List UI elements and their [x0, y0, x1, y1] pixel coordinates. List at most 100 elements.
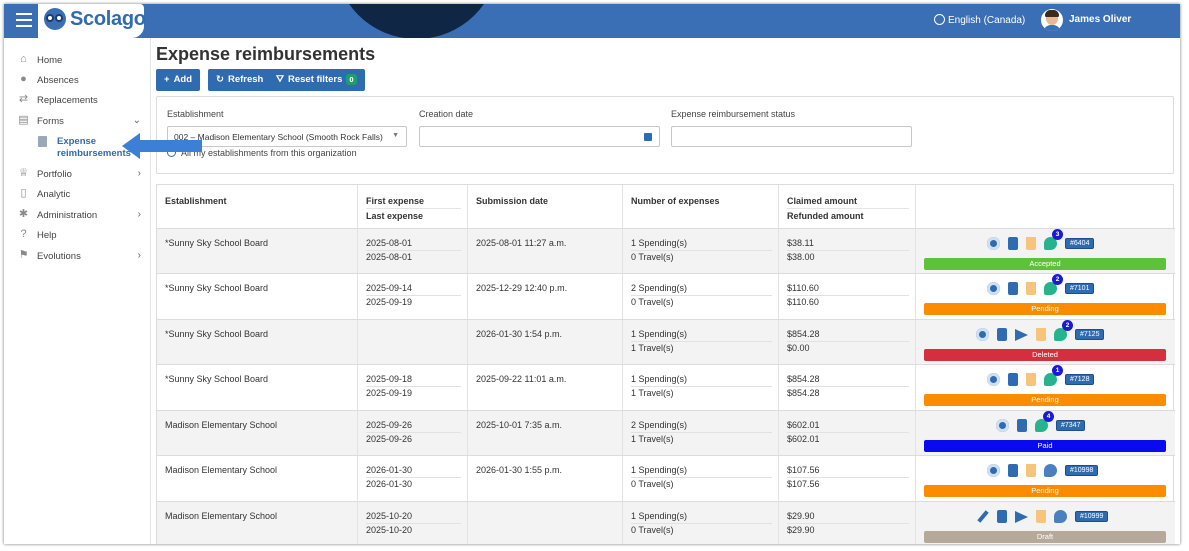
sidebar-item-forms[interactable]: ▤ Forms ⌄ [4, 113, 151, 131]
cell-establishment-line1: *Sunny Sky School Board [165, 374, 269, 384]
view-icon[interactable] [987, 464, 1000, 478]
copy-icon[interactable] [1008, 282, 1018, 296]
sidebar-item-analytic[interactable]: ▯ Analytic [4, 186, 151, 204]
view-icon[interactable] [976, 328, 989, 342]
header-label: First expense [366, 196, 425, 206]
filter-count-badge: 0 [346, 74, 357, 85]
sidebar-item-label: Home [37, 55, 63, 66]
status-field[interactable] [671, 126, 912, 147]
logo[interactable]: Scolago [38, 4, 146, 38]
delete-icon[interactable] [1026, 373, 1036, 387]
col-header-establishment[interactable]: Establishment [157, 185, 358, 228]
menu-icon[interactable] [16, 13, 32, 27]
cell-expense-dates-line1: 2025-10-20 [366, 511, 413, 521]
reference-badge[interactable]: #7128 [1065, 374, 1095, 386]
view-icon[interactable] [987, 373, 1000, 387]
comment-icon[interactable]: 3 [1044, 229, 1063, 251]
language-selector[interactable]: English (Canada) [934, 14, 1025, 26]
cell-amounts: $38.11 $38.00 [779, 229, 916, 274]
reset-filters-button[interactable]: ⛛ Reset filters 0 [268, 69, 365, 91]
calendar-icon[interactable] [644, 133, 652, 141]
establishment-label: Establishment [167, 109, 224, 119]
cell-expense-count-line1: 1 Spending(s) [631, 511, 688, 521]
delete-icon[interactable] [1026, 237, 1036, 251]
col-header-submission[interactable]: Submission date [468, 185, 623, 228]
copy-icon[interactable] [1008, 464, 1018, 478]
receipt-icon [38, 136, 47, 147]
reference-badge[interactable]: #7347 [1056, 420, 1086, 432]
edit-icon[interactable] [977, 510, 989, 524]
cell-submission-date-line1: 2025-10-01 7:35 a.m. [476, 420, 563, 430]
copy-icon[interactable] [997, 510, 1007, 524]
table-row[interactable]: Madison Elementary School 2025-10-20 2025-… [157, 501, 1175, 544]
cell-submission-date: 2026-01-30 1:55 p.m. [468, 456, 623, 501]
copy-icon[interactable] [997, 328, 1007, 342]
view-icon[interactable] [987, 237, 1000, 251]
header-label: Submission date [476, 196, 549, 206]
view-icon[interactable] [996, 419, 1009, 433]
cell-amounts: $29.90 $29.90 [779, 502, 916, 544]
sidebar-item-evolutions[interactable]: ⚑ Evolutions › [4, 248, 151, 266]
status-badge: Draft [924, 531, 1166, 543]
table-row[interactable]: *Sunny Sky School Board 2025-08-01 2025-08… [157, 228, 1175, 274]
sidebar-item-help[interactable]: ? Help [4, 227, 151, 245]
cell-establishment: *Sunny Sky School Board [157, 229, 358, 274]
sidebar-item-replacements[interactable]: ⇄ Replacements [4, 92, 151, 110]
table-row[interactable]: Madison Elementary School 2026-01-30 2026-… [157, 455, 1175, 501]
reference-badge[interactable]: #7101 [1065, 283, 1095, 295]
add-button[interactable]: + Add [156, 69, 201, 91]
send-icon[interactable] [1015, 328, 1028, 341]
table-row[interactable]: *Sunny Sky School Board 2026-01-30 1:54 p… [157, 319, 1175, 365]
view-icon[interactable] [987, 282, 1000, 296]
sidebar-item-portfolio[interactable]: ♕ Portfolio › [4, 166, 151, 184]
col-header-expense-dates[interactable]: First expense Last expense [358, 185, 468, 228]
sidebar-item-home[interactable]: ⌂ Home [4, 52, 151, 70]
copy-icon[interactable] [1008, 237, 1018, 251]
col-header-actions [916, 185, 1175, 228]
comment-icon[interactable] [1054, 510, 1067, 524]
sidebar-item-label: Portfolio [37, 169, 72, 180]
cell-expense-dates: 2025-09-18 2025-09-19 [358, 365, 468, 410]
creation-date-field[interactable] [419, 126, 660, 147]
action-icons: 1 #7128 [987, 365, 1095, 387]
avatar[interactable] [1041, 9, 1063, 31]
comment-icon[interactable]: 2 [1044, 274, 1063, 296]
row-actions: 2 #7101 Pending [916, 274, 1175, 319]
cell-amounts: $107.56 $107.56 [779, 456, 916, 501]
comment-icon[interactable]: 2 [1054, 320, 1073, 342]
delete-icon[interactable] [1026, 464, 1036, 478]
comment-count-badge: 2 [1062, 320, 1073, 332]
refresh-button[interactable]: ↻ Refresh [208, 69, 272, 91]
reference-badge[interactable]: #6404 [1065, 238, 1095, 250]
status-badge: Paid [924, 440, 1166, 452]
comment-icon[interactable]: 1 [1044, 365, 1063, 387]
cell-expense-count-line2: 0 Travel(s) [631, 250, 772, 264]
sidebar-item-absences[interactable]: ● Absences [4, 72, 151, 90]
cell-amounts: $854.28 $854.28 [779, 365, 916, 410]
send-icon[interactable] [1015, 510, 1028, 523]
status-badge: Pending [924, 303, 1166, 315]
row-actions: 3 #6404 Accepted [916, 229, 1175, 274]
col-header-number[interactable]: Number of expenses [623, 185, 779, 228]
cell-submission-date: 2025-12-29 12:40 p.m. [468, 274, 623, 319]
cell-expense-count-line2: 1 Travel(s) [631, 341, 772, 355]
establishment-select[interactable]: 002 – Madison Elementary School (Smooth … [167, 126, 407, 147]
copy-icon[interactable] [1017, 419, 1027, 433]
table-row[interactable]: Madison Elementary School 2025-09-26 2025-… [157, 410, 1175, 456]
sidebar-item-administration[interactable]: ✱ Administration › [4, 207, 151, 225]
copy-icon[interactable] [1008, 373, 1018, 387]
col-header-amounts[interactable]: Claimed amount Refunded amount [779, 185, 916, 228]
table-row[interactable]: *Sunny Sky School Board 2025-09-14 2025-09… [157, 273, 1175, 319]
comment-icon[interactable]: 4 [1035, 411, 1054, 433]
cell-amounts: $602.01 $602.01 [779, 411, 916, 456]
table-row[interactable]: *Sunny Sky School Board 2025-09-18 2025-09… [157, 364, 1175, 410]
user-name[interactable]: James Oliver [1069, 14, 1131, 25]
reference-badge[interactable]: #10999 [1075, 511, 1109, 523]
delete-icon[interactable] [1036, 510, 1046, 524]
reference-badge[interactable]: #10998 [1065, 465, 1099, 477]
comment-icon[interactable] [1044, 464, 1057, 478]
reference-badge[interactable]: #7125 [1075, 329, 1105, 341]
cell-expense-dates-line2: 2025-10-20 [366, 523, 461, 537]
delete-icon[interactable] [1036, 328, 1046, 342]
delete-icon[interactable] [1026, 282, 1036, 296]
